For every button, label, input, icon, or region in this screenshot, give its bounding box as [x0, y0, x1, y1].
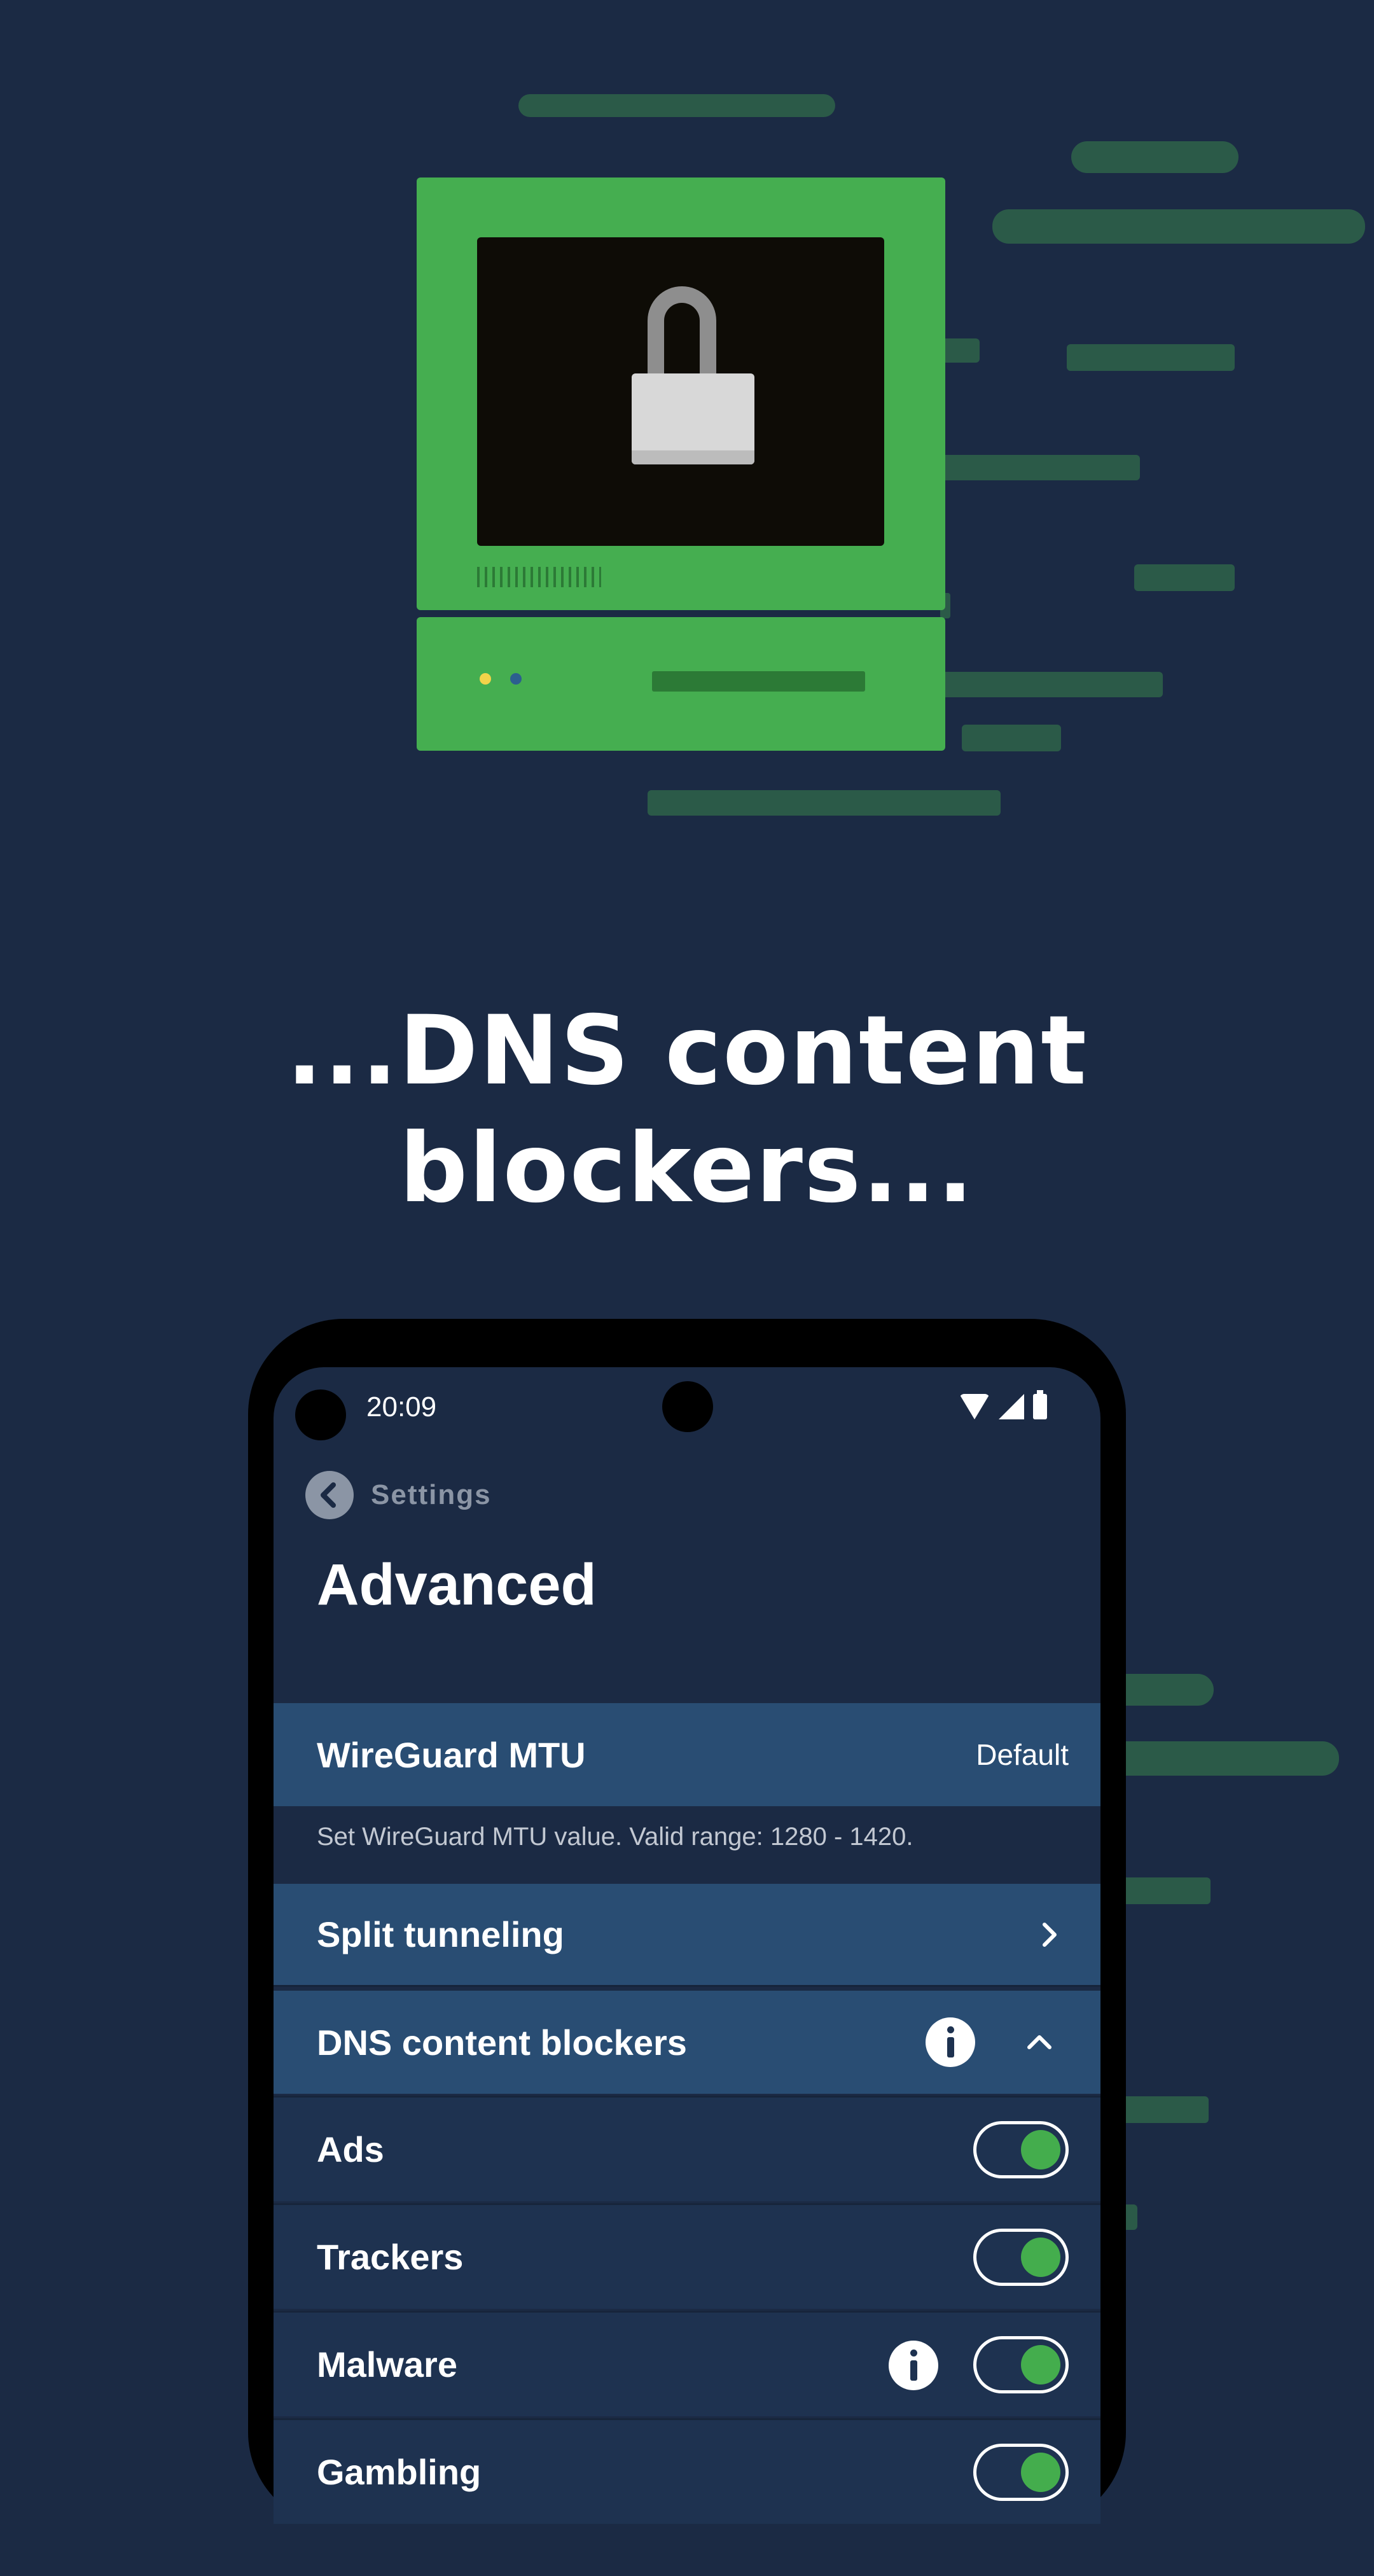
dns-blocker-malware-row[interactable]: Malware: [274, 2311, 1100, 2416]
padlock-icon: [632, 373, 754, 464]
headline-line-2: blockers...: [399, 1113, 975, 1224]
dns-blocker-trackers-row[interactable]: Trackers: [274, 2203, 1100, 2309]
camera-cutout-center: [662, 1381, 713, 1432]
split-tunneling-row[interactable]: Split tunneling: [274, 1884, 1100, 1987]
cellular-signal-icon: [999, 1394, 1024, 1419]
computer-base-illustration: [417, 617, 945, 751]
gambling-toggle[interactable]: [973, 2443, 1069, 2501]
phone-frame: 20:09 Settings Advanced WireGuard MTU De…: [248, 1319, 1126, 2576]
wireguard-mtu-row[interactable]: WireGuard MTU Default: [274, 1703, 1100, 1806]
wireguard-mtu-label: WireGuard MTU: [317, 1734, 586, 1775]
malware-label: Malware: [317, 2344, 457, 2385]
toggle-knob: [1021, 2452, 1060, 2492]
status-icons: [959, 1390, 1047, 1421]
decorative-streak: [940, 338, 980, 363]
decorative-streak: [518, 94, 835, 117]
decorative-streak: [1067, 344, 1235, 371]
chevron-right-icon: [1043, 1922, 1057, 1947]
status-time: 20:09: [366, 1391, 437, 1423]
malware-toggle[interactable]: [973, 2336, 1069, 2393]
camera-cutout-left: [295, 1389, 346, 1440]
yellow-led-icon: [480, 673, 491, 685]
decorative-streak: [1134, 564, 1235, 591]
decorative-streak: [962, 725, 1061, 751]
back-label[interactable]: Settings: [371, 1479, 492, 1511]
split-tunneling-label: Split tunneling: [317, 1914, 564, 1954]
toggle-knob: [1021, 2237, 1060, 2277]
ads-toggle[interactable]: [973, 2120, 1069, 2178]
toggle-knob: [1021, 2344, 1060, 2385]
gambling-label: Gambling: [317, 2452, 482, 2492]
vent-grille: [477, 567, 601, 587]
wifi-icon: [959, 1394, 990, 1419]
trackers-toggle[interactable]: [973, 2228, 1069, 2286]
decorative-streak: [1071, 141, 1239, 173]
chevron-up-icon[interactable]: [1020, 2029, 1058, 2055]
wireguard-mtu-value[interactable]: Default: [976, 1737, 1069, 1772]
status-bar: 20:09: [274, 1367, 1100, 1450]
dns-content-blockers-label: DNS content blockers: [317, 2022, 687, 2063]
page-title: Advanced: [317, 1552, 597, 1617]
decorative-streak: [992, 209, 1365, 244]
ads-label: Ads: [317, 2129, 384, 2169]
malware-info-icon[interactable]: [889, 2341, 938, 2390]
padlock-icon-shackle: [648, 286, 716, 382]
headline-line-1: ...DNS content: [286, 996, 1088, 1106]
dns-content-blockers-row[interactable]: DNS content blockers: [274, 1991, 1100, 2094]
drive-slot: [652, 671, 865, 692]
battery-icon: [1033, 1390, 1047, 1419]
dns-blocker-gambling-row[interactable]: Gambling: [274, 2418, 1100, 2524]
blue-led-icon: [510, 673, 522, 685]
decorative-streak: [648, 790, 1001, 816]
dns-blocker-ads-row[interactable]: Ads: [274, 2096, 1100, 2201]
decorative-streak: [940, 672, 1163, 697]
trackers-label: Trackers: [317, 2237, 464, 2277]
decorative-streak: [940, 455, 1140, 480]
chevron-left-icon: [321, 1482, 336, 1508]
toggle-knob: [1021, 2129, 1060, 2169]
headline: ...DNS content blockers...: [0, 992, 1374, 1228]
phone-screen: 20:09 Settings Advanced WireGuard MTU De…: [274, 1367, 1100, 2576]
info-icon[interactable]: [926, 2017, 975, 2067]
back-button[interactable]: [305, 1471, 354, 1519]
wireguard-mtu-description: Set WireGuard MTU value. Valid range: 12…: [317, 1823, 913, 1851]
